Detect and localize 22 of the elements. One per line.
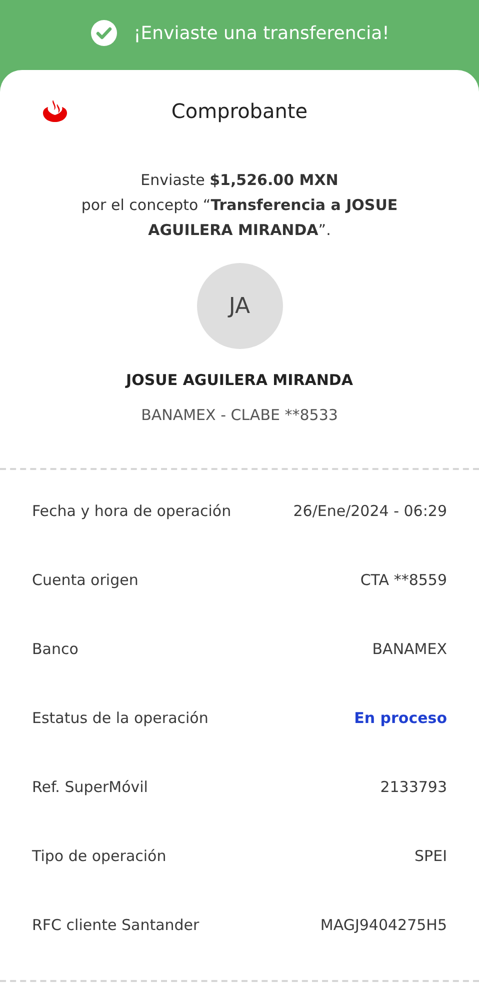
receipt-title: Comprobante (170, 98, 309, 125)
detail-label: RFC cliente Santander (32, 915, 200, 936)
detail-label: Banco (32, 639, 78, 660)
detail-label: Ref. SuperMóvil (32, 777, 148, 798)
detail-value: BANAMEX (372, 639, 447, 660)
detail-label: Tipo de operación (32, 846, 166, 868)
detail-label: Estatus de la operación (32, 708, 208, 730)
detail-value: MAGJ9404275H5 (320, 915, 447, 936)
recipient-account: BANAMEX - CLABE **8533 (141, 404, 338, 426)
flame-logo-icon (40, 99, 70, 123)
detail-value: 26/Ene/2024 - 06:29 (293, 501, 447, 522)
detail-value: SPEI (414, 846, 447, 868)
detail-value: 2133793 (380, 777, 447, 798)
initials-avatar: JA (196, 263, 282, 349)
detail-value: CTA **8559 (360, 570, 447, 592)
summary-text: Enviaste $1,526.00 MXN por el concepto “Transferencia a JOSUE AGUILERA MIRANDA”. (80, 170, 399, 241)
detail-label: Cuenta origen (32, 570, 138, 592)
banner-title: ¡Enviaste una transferencia! (134, 22, 390, 46)
detail-label: Fecha y hora de operación (32, 501, 232, 522)
check-circle-icon (90, 19, 118, 47)
recipient-name: JOSUE AGUILERA MIRANDA (126, 370, 353, 391)
detail-value: En proceso (354, 708, 447, 730)
